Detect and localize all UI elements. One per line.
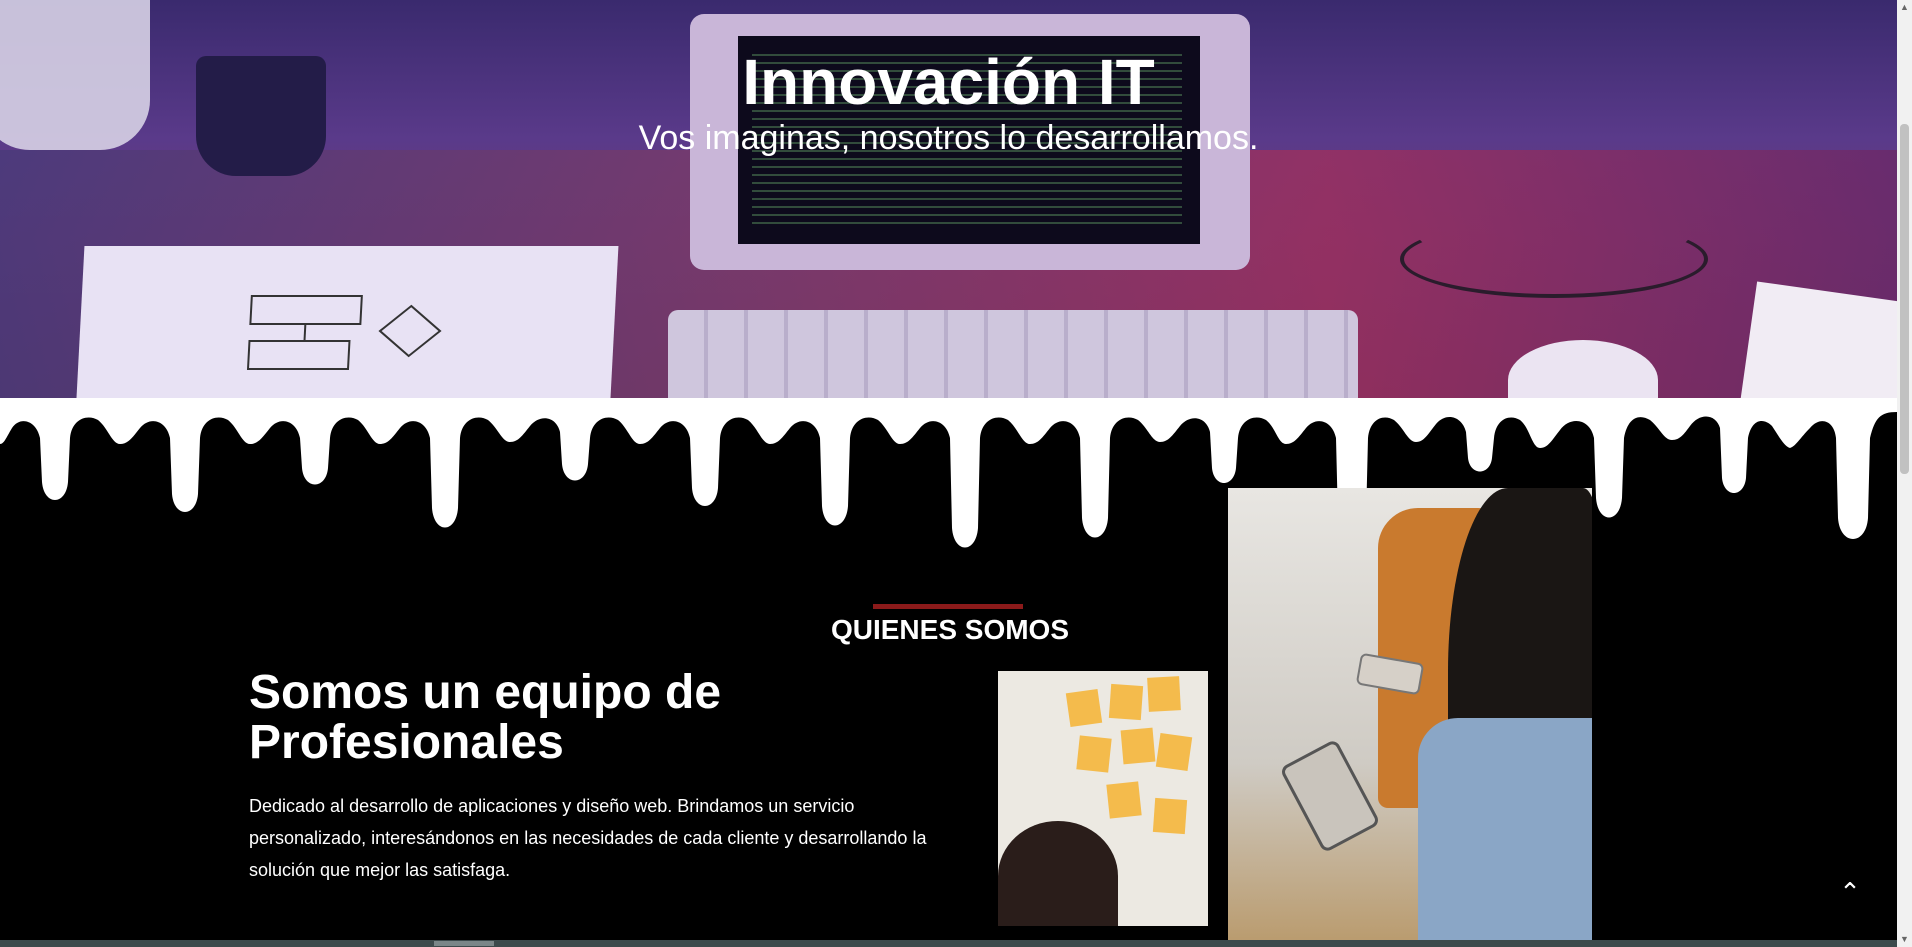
drip-divider [0, 398, 1897, 548]
team-phones-photo [1228, 488, 1592, 947]
hero-subtitle: Vos imaginas, nosotros lo desarrollamos. [638, 119, 1259, 157]
hero-banner: Innovación IT Vos imaginas, nosotros lo … [0, 0, 1897, 398]
back-to-top-button[interactable]: ⌃ [1832, 874, 1868, 910]
hero-decoration [75, 246, 619, 398]
hero-decoration [1400, 220, 1708, 298]
page-viewport: Innovación IT Vos imaginas, nosotros lo … [0, 0, 1897, 947]
scroll-up-arrow-icon[interactable]: ▲ [1897, 0, 1912, 15]
hero-decoration [668, 310, 1358, 398]
vertical-scrollbar-thumb[interactable] [1900, 124, 1909, 474]
scroll-down-arrow-icon[interactable]: ▼ [1897, 932, 1912, 947]
hero-decoration [1740, 281, 1897, 398]
hero-title: Innovación IT [742, 46, 1155, 118]
section-label: QUIENES SOMOS [830, 614, 1070, 645]
vertical-scrollbar[interactable]: ▲ ▼ [1897, 0, 1912, 947]
chevron-up-icon: ⌃ [1839, 877, 1861, 907]
about-description: Dedicado al desarrollo de aplicaciones y… [249, 796, 927, 880]
flowchart-sketch [246, 295, 442, 370]
sticky-notes-photo [998, 671, 1208, 926]
horizontal-scrollbar-thumb[interactable] [434, 941, 494, 946]
horizontal-scrollbar[interactable] [0, 940, 1897, 947]
about-heading: Somos un equipo de Profesionales [249, 666, 722, 769]
section-accent-bar [873, 604, 1023, 609]
